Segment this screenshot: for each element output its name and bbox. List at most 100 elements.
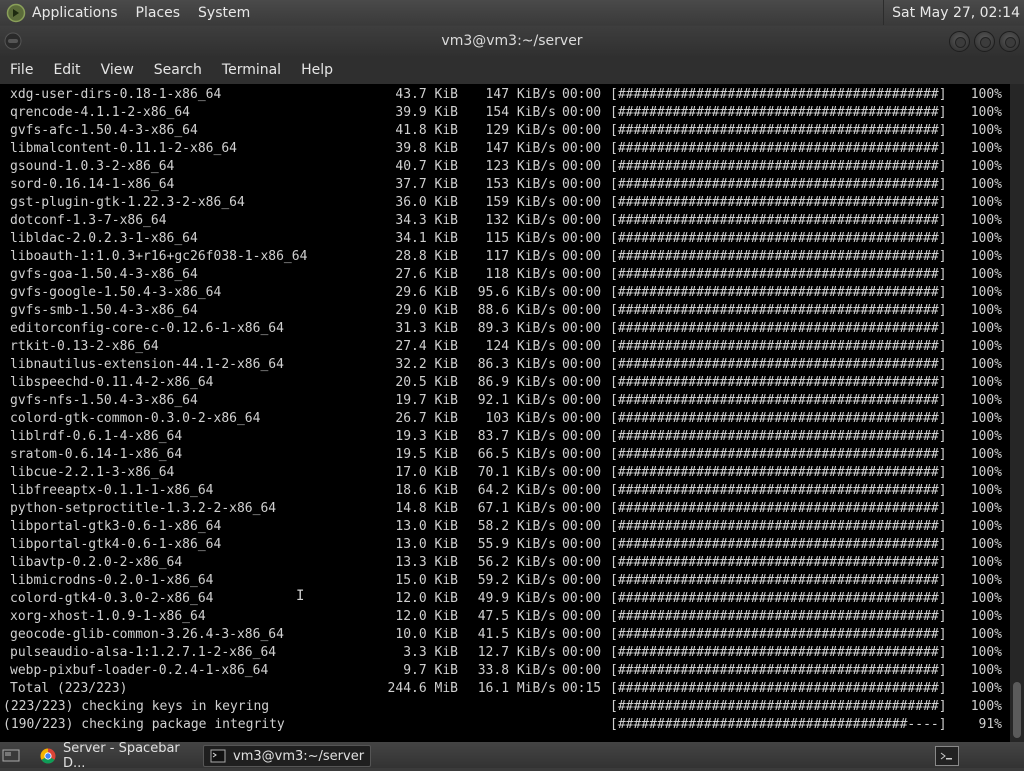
package-name: rtkit-0.13-2-x86_64 xyxy=(10,339,159,354)
progress-bar: [#######################################… xyxy=(610,231,947,246)
progress-bar: [#######################################… xyxy=(610,339,947,354)
elapsed-time: 00:00 xyxy=(562,375,602,390)
progress-percent: 100% xyxy=(970,321,1002,336)
download-speed: 118 KiB/s xyxy=(485,267,556,282)
package-size: 32.2 KiB xyxy=(395,357,458,372)
package-size: 41.8 KiB xyxy=(395,123,458,138)
close-icon[interactable] xyxy=(999,31,1020,52)
progress-bar: [#######################################… xyxy=(610,591,947,606)
elapsed-time: 00:00 xyxy=(562,339,602,354)
progress-bar: [#######################################… xyxy=(610,159,947,174)
download-speed: 95.6 KiB/s xyxy=(477,285,556,300)
package-name: Total (223/223) xyxy=(10,681,128,696)
elapsed-time: 00:00 xyxy=(562,645,602,660)
progress-percent: 100% xyxy=(970,375,1002,390)
clock[interactable]: Sat May 27, 02:14 xyxy=(883,0,1024,25)
elapsed-time: 00:00 xyxy=(562,465,602,480)
window-titlebar[interactable]: vm3@vm3:~/server xyxy=(0,26,1024,56)
terminal-output[interactable]: xdg-user-dirs-0.18-1-x86_64 43.7 KiB 147 K… xyxy=(0,84,1010,742)
package-size: 3.3 KiB xyxy=(403,645,458,660)
package-size: 12.0 KiB xyxy=(395,609,458,624)
progress-bar: [#######################################… xyxy=(610,447,947,462)
system-menu[interactable]: System xyxy=(198,5,250,21)
elapsed-time: 00:00 xyxy=(562,663,602,678)
package-size: 17.0 KiB xyxy=(395,465,458,480)
elapsed-time: 00:00 xyxy=(562,249,602,264)
package-size: 31.3 KiB xyxy=(395,321,458,336)
progress-percent: 100% xyxy=(970,411,1002,426)
progress-percent: 100% xyxy=(970,159,1002,174)
elapsed-time: 00:00 xyxy=(562,591,602,606)
tray-terminal-icon[interactable] xyxy=(935,746,959,766)
chrome-icon xyxy=(40,748,56,764)
package-size: 244.6 MiB xyxy=(387,681,458,696)
progress-bar: [#######################################… xyxy=(610,645,947,660)
download-speed: 147 KiB/s xyxy=(485,87,556,102)
elapsed-time: 00:00 xyxy=(562,87,602,102)
progress-bar: [#######################################… xyxy=(610,699,947,714)
download-row: libcue-2.2.1-3-x86_64 17.0 KiB 70.1 KiB/s 0… xyxy=(0,464,1010,482)
places-menu[interactable]: Places xyxy=(136,5,181,21)
applications-menu[interactable]: Applications xyxy=(32,5,118,21)
download-speed: 33.8 KiB/s xyxy=(477,663,556,678)
package-size: 19.5 KiB xyxy=(395,447,458,462)
progress-percent: 100% xyxy=(970,339,1002,354)
task-terminal[interactable]: vm3@vm3:~/server xyxy=(203,745,371,767)
package-size: 28.8 KiB xyxy=(395,249,458,264)
download-speed: 86.9 KiB/s xyxy=(477,375,556,390)
progress-percent: 100% xyxy=(970,267,1002,282)
menu-search[interactable]: Search xyxy=(144,62,212,78)
package-name: webp-pixbuf-loader-0.2.4-1-x86_64 xyxy=(10,663,269,678)
progress-bar: [#######################################… xyxy=(610,285,947,300)
progress-bar: [#######################################… xyxy=(610,141,947,156)
progress-percent: 100% xyxy=(970,501,1002,516)
download-speed: 89.3 KiB/s xyxy=(477,321,556,336)
download-speed: 12.7 KiB/s xyxy=(477,645,556,660)
progress-percent: 100% xyxy=(970,645,1002,660)
terminal-scrollbar[interactable] xyxy=(1010,84,1024,742)
download-row: rtkit-0.13-2-x86_64 27.4 KiB 124 KiB/s 00:0… xyxy=(0,338,1010,356)
download-speed: 67.1 KiB/s xyxy=(477,501,556,516)
progress-bar: [#######################################… xyxy=(610,537,947,552)
status-text: (190/223) checking package integrity xyxy=(3,717,285,732)
download-row: liblrdf-0.6.1-4-x86_64 19.3 KiB 83.7 KiB/s… xyxy=(0,428,1010,446)
download-row: geocode-glib-common-3.26.4-3-x86_64 10.0 … xyxy=(0,626,1010,644)
package-size: 19.7 KiB xyxy=(395,393,458,408)
download-row: libspeechd-0.11.4-2-x86_64 20.5 KiB 86.9 K… xyxy=(0,374,1010,392)
package-name: libmicrodns-0.2.0-1-x86_64 xyxy=(10,573,214,588)
progress-percent: 100% xyxy=(970,105,1002,120)
package-size: 29.0 KiB xyxy=(395,303,458,318)
elapsed-time: 00:00 xyxy=(562,285,602,300)
progress-percent: 100% xyxy=(970,465,1002,480)
package-name: libportal-gtk3-0.6-1-x86_64 xyxy=(10,519,222,534)
download-row: gvfs-google-1.50.4-3-x86_64 29.6 KiB 95.6 … xyxy=(0,284,1010,302)
download-row: libnautilus-extension-44.1-2-x86_64 32.2 … xyxy=(0,356,1010,374)
distro-logo-icon[interactable] xyxy=(6,3,26,23)
menu-edit[interactable]: Edit xyxy=(43,62,90,78)
package-size: 37.7 KiB xyxy=(395,177,458,192)
menu-file[interactable]: File xyxy=(0,62,43,78)
package-size: 29.6 KiB xyxy=(395,285,458,300)
menu-terminal[interactable]: Terminal xyxy=(212,62,291,78)
elapsed-time: 00:00 xyxy=(562,537,602,552)
package-name: dotconf-1.3-7-x86_64 xyxy=(10,213,167,228)
download-row: gvfs-goa-1.50.4-3-x86_64 27.6 KiB 118 KiB/… xyxy=(0,266,1010,284)
progress-bar: [#######################################… xyxy=(610,519,947,534)
download-speed: 47.5 KiB/s xyxy=(477,609,556,624)
package-name: libportal-gtk4-0.6-1-x86_64 xyxy=(10,537,222,552)
download-row: gvfs-nfs-1.50.4-3-x86_64 19.7 KiB 92.1 KiB… xyxy=(0,392,1010,410)
maximize-icon[interactable] xyxy=(974,31,995,52)
task-label: Server - Spacebar D... xyxy=(63,741,180,771)
package-name: xdg-user-dirs-0.18-1-x86_64 xyxy=(10,87,222,102)
scrollbar-thumb[interactable] xyxy=(1013,682,1021,738)
elapsed-time: 00:00 xyxy=(562,105,602,120)
task-chrome[interactable]: Server - Spacebar D... xyxy=(34,741,202,771)
download-row: sratom-0.6.14-1-x86_64 19.5 KiB 66.5 KiB/s… xyxy=(0,446,1010,464)
download-row: python-setproctitle-1.3.2-2-x86_64 14.8 K… xyxy=(0,500,1010,518)
menu-view[interactable]: View xyxy=(91,62,144,78)
show-desktop-icon[interactable] xyxy=(2,747,20,763)
menu-help[interactable]: Help xyxy=(291,62,343,78)
minimize-icon[interactable] xyxy=(949,31,970,52)
elapsed-time: 00:00 xyxy=(562,123,602,138)
package-size: 43.7 KiB xyxy=(395,87,458,102)
